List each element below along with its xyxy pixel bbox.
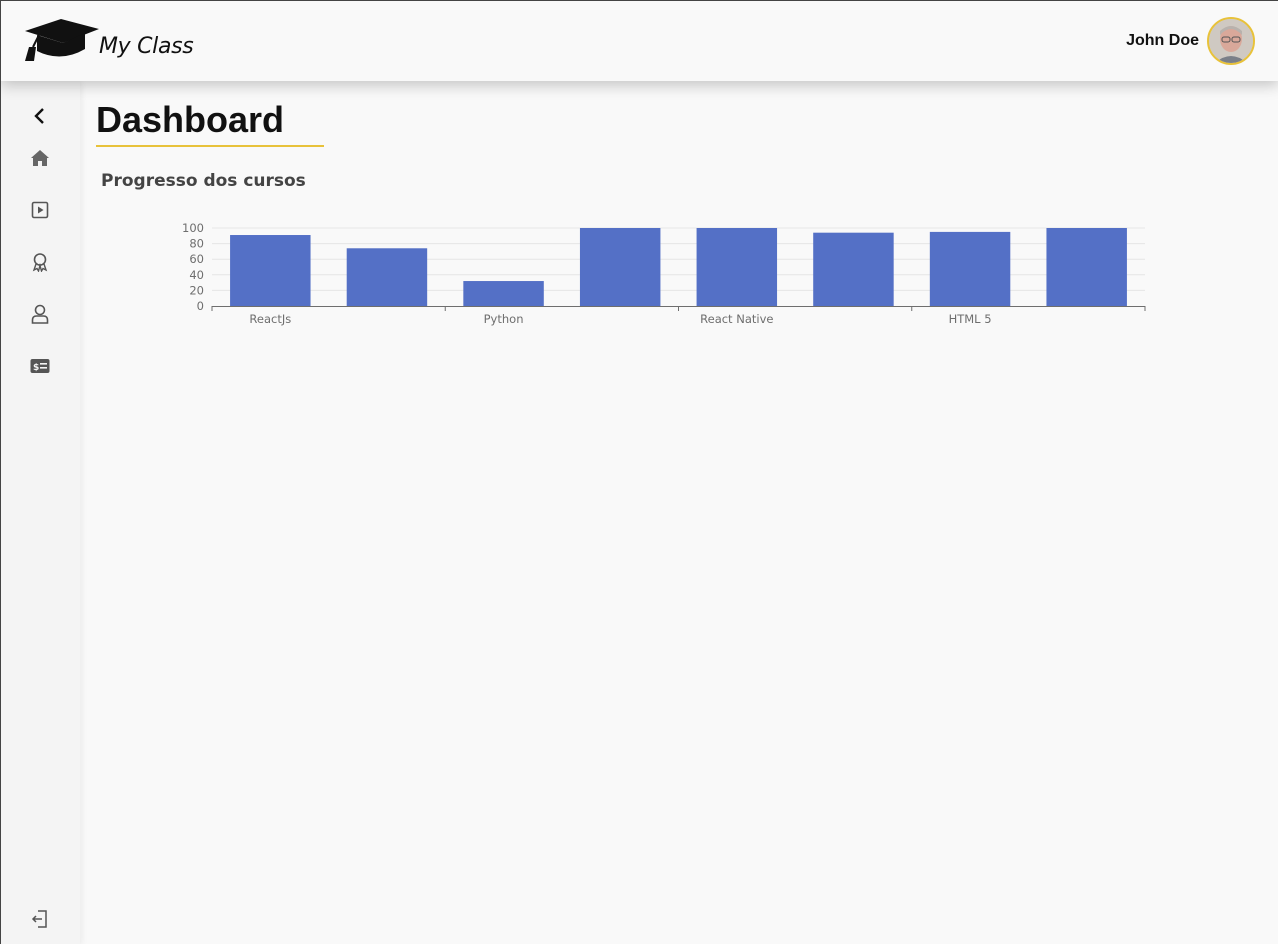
x-category-label: ReactJs (249, 312, 291, 326)
money-card-icon: $ (30, 359, 50, 373)
y-tick-label: 100 (182, 221, 204, 235)
brand-name: My Class (99, 33, 194, 59)
sidebar: $ (1, 81, 80, 944)
bar-2[interactable] (346, 248, 428, 306)
sidebar-item-videos[interactable] (25, 195, 55, 225)
bar-3[interactable] (463, 281, 544, 306)
y-tick-label: 80 (189, 237, 204, 251)
sidebar-item-home[interactable] (25, 143, 55, 173)
graduation-cap-icon (25, 19, 99, 61)
sidebar-item-certificates[interactable] (25, 247, 55, 277)
y-tick-label: 0 (197, 299, 204, 313)
course-progress-chart: 0 2040 6080 100 ReactJs Python React Native HTM… (182, 221, 1146, 326)
user-menu[interactable]: John Doe (1126, 17, 1255, 65)
avatar[interactable] (1207, 17, 1255, 65)
video-play-icon (31, 201, 49, 219)
top-header: My Class John Doe (1, 1, 1278, 81)
collapse-sidebar-button[interactable] (25, 101, 55, 131)
user-icon (31, 304, 49, 324)
bar-8[interactable] (1046, 228, 1127, 306)
chevron-left-icon (34, 108, 44, 124)
main-content: Dashboard Progresso dos cursos 0 20 40 60 80… (80, 81, 1278, 944)
brand-logo[interactable]: My Class (23, 17, 194, 63)
bar-6[interactable] (813, 232, 894, 306)
bar-7[interactable] (929, 231, 1011, 306)
y-tick-label: 60 (189, 252, 204, 266)
logout-icon (31, 910, 47, 928)
y-tick-label: 20 (189, 283, 204, 297)
user-name: John Doe (1126, 32, 1199, 49)
x-category-label: Python (484, 312, 524, 326)
x-category-label: React Native (700, 312, 773, 326)
bar-4[interactable] (579, 228, 661, 306)
bar-5[interactable] (696, 228, 778, 306)
sidebar-item-payments[interactable]: $ (25, 351, 55, 381)
x-category-label: HTML 5 (949, 312, 992, 326)
svg-text:$: $ (33, 363, 39, 373)
y-tick-label: 40 (189, 268, 204, 282)
bar-1[interactable] (230, 235, 311, 306)
award-icon (32, 253, 48, 272)
home-icon (31, 150, 49, 166)
app-window: My Class John Doe $ Dashboard Progresso … (0, 0, 1278, 944)
logout-button[interactable] (25, 904, 55, 934)
sidebar-item-profile[interactable] (25, 299, 55, 329)
